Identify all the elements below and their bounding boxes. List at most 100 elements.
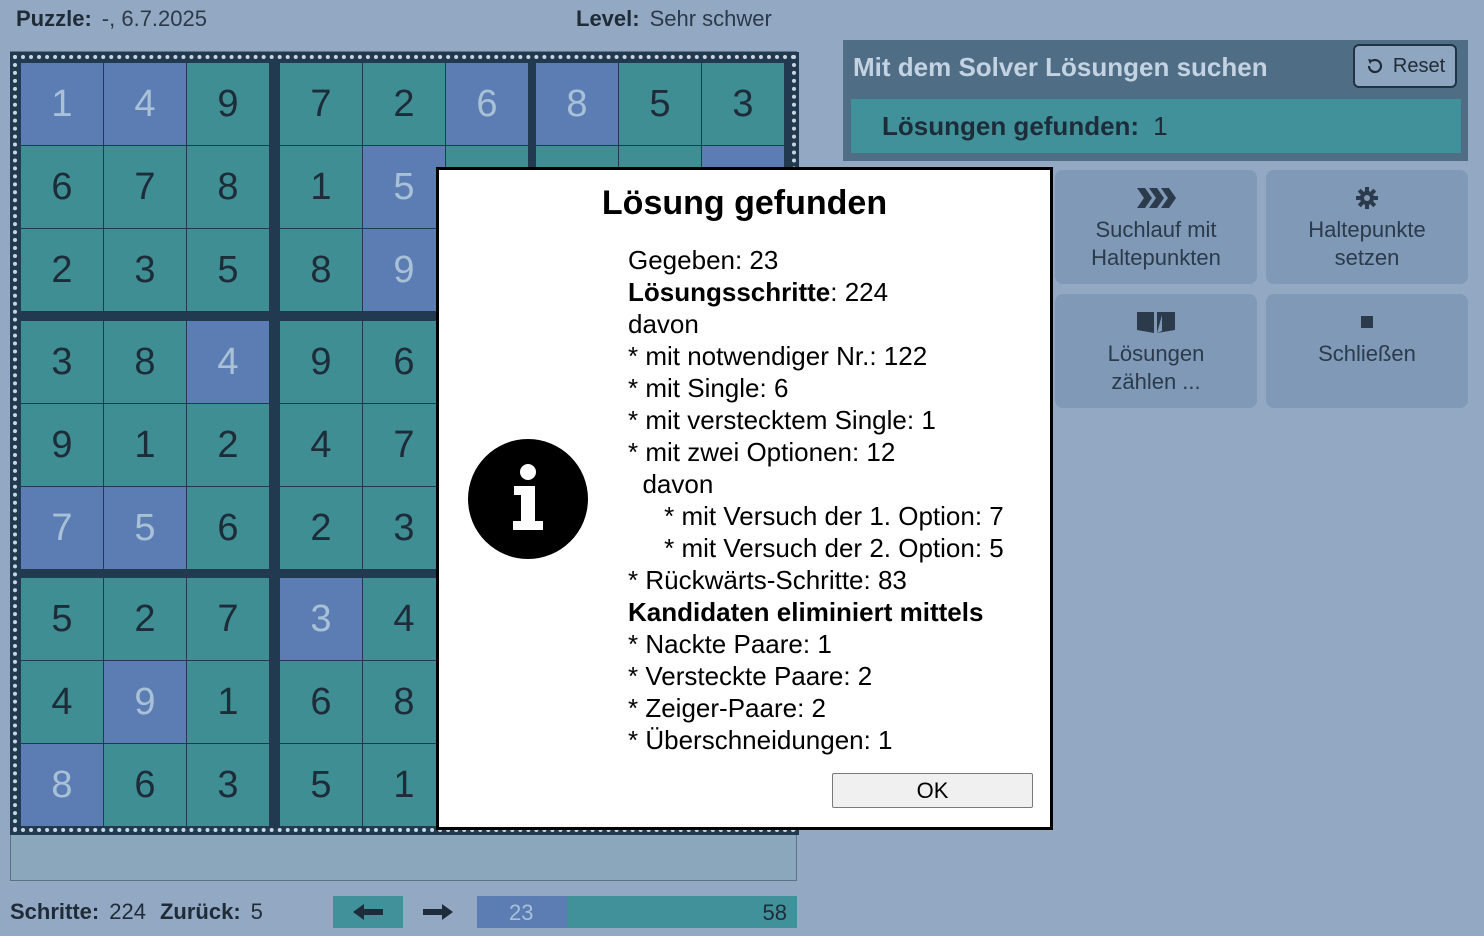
solver-title: Mit dem Solver Lösungen suchen xyxy=(853,52,1268,82)
grid-cell[interactable]: 6 xyxy=(363,321,445,403)
grid-cell[interactable]: 9 xyxy=(280,321,362,403)
grid-cell[interactable]: 9 xyxy=(104,661,186,743)
set-breakpoints-button[interactable]: Haltepunkte setzen xyxy=(1266,170,1468,284)
steps-value: 224 xyxy=(109,899,146,924)
grid-cell[interactable]: 9 xyxy=(21,404,103,486)
grid-cell[interactable]: 6 xyxy=(446,63,528,145)
dialog-line-text: * mit zwei Optionen: 12 xyxy=(628,437,896,467)
dialog-line: * mit Versuch der 2. Option: 5 xyxy=(628,532,1004,564)
grid-cell[interactable]: 5 xyxy=(363,146,445,228)
puzzle-info: Puzzle: -, 6.7.2025 xyxy=(16,6,207,32)
grid-cell[interactable]: 7 xyxy=(104,146,186,228)
grid-cell[interactable]: 1 xyxy=(363,744,445,826)
close-button[interactable]: Schließen xyxy=(1266,294,1468,408)
step-back-button[interactable] xyxy=(333,896,403,928)
grid-cell[interactable]: 6 xyxy=(21,146,103,228)
dialog-line-text: * mit notwendiger Nr.: 122 xyxy=(628,341,928,371)
dialog-line: * Versteckte Paare: 2 xyxy=(628,660,1004,692)
dialog-line: * Rückwärts-Schritte: 83 xyxy=(628,564,1004,596)
grid-cell[interactable]: 4 xyxy=(280,404,362,486)
dialog-line: * Überschneidungen: 1 xyxy=(628,724,1004,756)
grid-cell[interactable]: 2 xyxy=(104,578,186,660)
back-label: Zurück: xyxy=(159,899,241,924)
dialog-line: * mit Single: 6 xyxy=(628,372,1004,404)
grid-cell[interactable]: 8 xyxy=(104,321,186,403)
grid-cell[interactable]: 5 xyxy=(187,229,269,311)
grid-cell[interactable]: 2 xyxy=(363,63,445,145)
count-solutions-button[interactable]: Lösungen zählen ... xyxy=(1055,294,1257,408)
grid-cell[interactable]: 5 xyxy=(619,63,701,145)
grid-cell[interactable]: 3 xyxy=(21,321,103,403)
dialog-line-bold: Lösungsschritte xyxy=(628,277,831,307)
grid-cell[interactable]: 4 xyxy=(187,321,269,403)
solver-panel: Mit dem Solver Lösungen suchen Reset Lös… xyxy=(843,40,1468,161)
grid-cell[interactable]: 2 xyxy=(187,404,269,486)
ok-button[interactable]: OK xyxy=(832,773,1033,808)
grid-cell[interactable]: 7 xyxy=(21,487,103,569)
grid-cell[interactable]: 4 xyxy=(363,578,445,660)
grid-cell[interactable]: 6 xyxy=(104,744,186,826)
grid-cell[interactable]: 5 xyxy=(104,487,186,569)
fast-forward-icon xyxy=(1135,182,1177,214)
grid-cell[interactable]: 6 xyxy=(187,487,269,569)
search-with-breakpoints-button[interactable]: Suchlauf mit Haltepunkten xyxy=(1055,170,1257,284)
dialog-line: davon xyxy=(628,308,1004,340)
grid-cell[interactable]: 2 xyxy=(21,229,103,311)
grid-cell[interactable]: 3 xyxy=(280,578,362,660)
solutions-label: Lösungen gefunden: xyxy=(882,110,1140,141)
progress-given-count: 23 xyxy=(509,900,534,925)
grid-cell[interactable]: 7 xyxy=(280,63,362,145)
grid-cell[interactable]: 1 xyxy=(187,661,269,743)
dialog-line: Kandidaten eliminiert mittels xyxy=(628,596,1004,628)
reset-button[interactable]: Reset xyxy=(1353,44,1457,88)
dialog-line-text: Gegeben: 23 xyxy=(628,245,779,275)
dialog-line: * Nackte Paare: 1 xyxy=(628,628,1004,660)
grid-cell[interactable]: 8 xyxy=(187,146,269,228)
breakpoints-label-line1: Haltepunkte xyxy=(1308,217,1426,242)
progress-empty-count: 58 xyxy=(762,900,787,925)
grid-cell[interactable]: 3 xyxy=(702,63,784,145)
grid-cell[interactable]: 4 xyxy=(21,661,103,743)
level-info: Level: Sehr schwer xyxy=(576,6,772,32)
grid-cell[interactable]: 1 xyxy=(21,63,103,145)
step-forward-button[interactable] xyxy=(403,896,473,928)
grid-cell[interactable]: 9 xyxy=(363,229,445,311)
grid-cell[interactable]: 8 xyxy=(280,229,362,311)
count-label-line1: Lösungen xyxy=(1107,341,1205,366)
arrow-left-icon xyxy=(353,904,383,920)
grid-cell[interactable]: 1 xyxy=(104,404,186,486)
grid-cell[interactable]: 5 xyxy=(280,744,362,826)
grid-cell[interactable]: 8 xyxy=(363,661,445,743)
grid-cell[interactable]: 3 xyxy=(104,229,186,311)
grid-cell[interactable]: 8 xyxy=(21,744,103,826)
dialog-line-text: * mit Single: 6 xyxy=(628,373,789,403)
dialog-line: * mit zwei Optionen: 12 xyxy=(628,436,1004,468)
solutions-value: 1 xyxy=(1153,110,1168,141)
arrow-right-icon xyxy=(423,904,453,920)
search-label-line2: Haltepunkten xyxy=(1091,245,1221,270)
search-label-line1: Suchlauf mit xyxy=(1095,217,1217,242)
grid-cell[interactable]: 1 xyxy=(280,146,362,228)
grid-cell[interactable]: 7 xyxy=(187,578,269,660)
level-label: Level: xyxy=(576,6,640,31)
grid-cell[interactable]: 8 xyxy=(536,63,618,145)
dialog-message: Gegeben: 23 Lösungsschritte: 224 davon * mi… xyxy=(628,244,1004,756)
dialog-line: Lösungsschritte: 224 xyxy=(628,276,1004,308)
grid-cell[interactable]: 5 xyxy=(21,578,103,660)
grid-cell[interactable]: 4 xyxy=(104,63,186,145)
status-bar: Schritte: 224 Zurück: 5 xyxy=(10,896,277,928)
puzzle-value: -, 6.7.2025 xyxy=(101,6,207,31)
grid-cell[interactable]: 3 xyxy=(187,744,269,826)
grid-cell[interactable]: 3 xyxy=(363,487,445,569)
dialog-line-text: * Versteckte Paare: 2 xyxy=(628,661,873,691)
grid-cell[interactable]: 7 xyxy=(363,404,445,486)
grid-cell[interactable]: 9 xyxy=(187,63,269,145)
dialog-line: * mit Versuch der 1. Option: 7 xyxy=(628,500,1004,532)
solution-found-dialog: Lösung gefunden Gegeben: 23 Lösungsschrit… xyxy=(436,167,1053,830)
grid-cell[interactable]: 2 xyxy=(280,487,362,569)
dialog-line-text: * Nackte Paare: 1 xyxy=(628,629,832,659)
reset-label: Reset xyxy=(1392,54,1446,77)
count-label-line2: zählen ... xyxy=(1111,369,1201,394)
dialog-line: Gegeben: 23 xyxy=(628,244,1004,276)
grid-cell[interactable]: 6 xyxy=(280,661,362,743)
